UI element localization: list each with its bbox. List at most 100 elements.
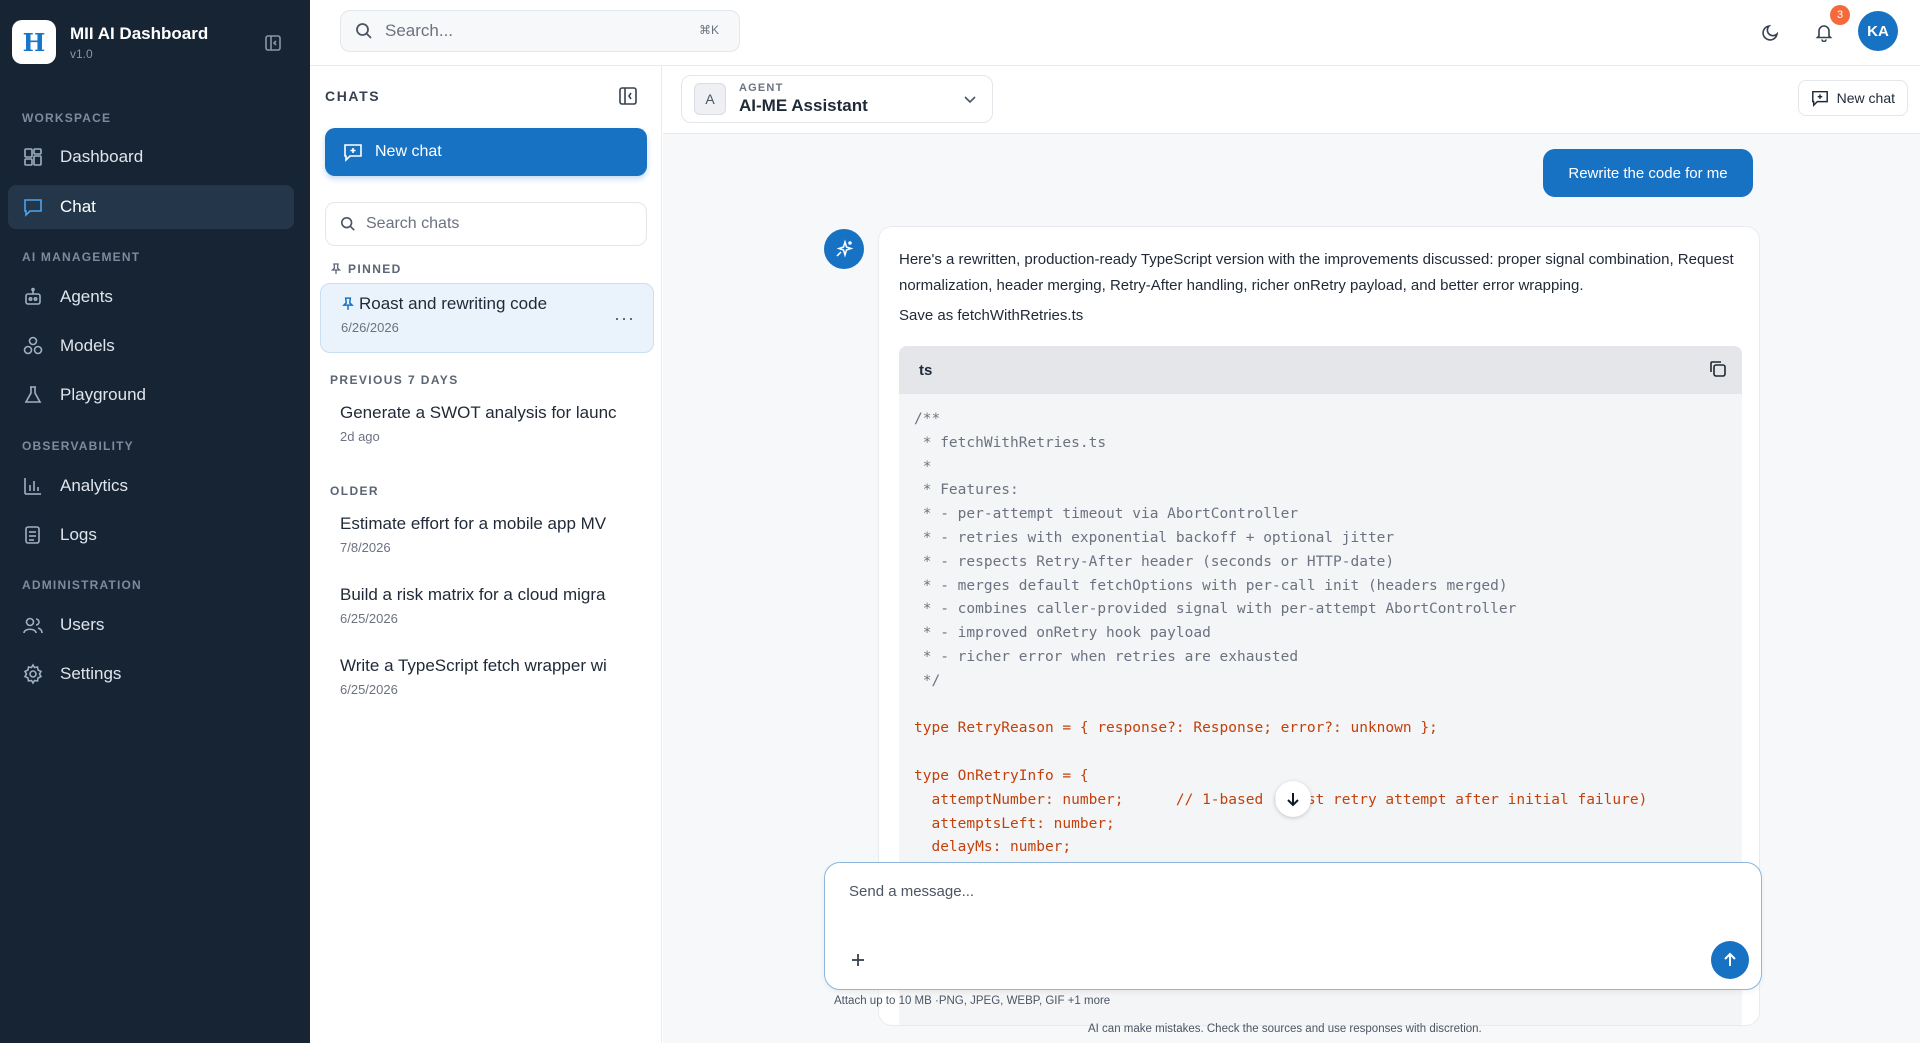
code-line: * <box>914 458 932 475</box>
sidebar-item-analytics[interactable]: Analytics <box>8 464 294 508</box>
code-line: */ <box>914 672 941 689</box>
chat-header: A AGENT AI-ME Assistant New chat <box>663 66 1920 134</box>
search-icon <box>356 23 372 39</box>
code-block-header: ts <box>899 346 1742 394</box>
chat-main: A AGENT AI-ME Assistant New chat Rewrite… <box>663 66 1920 1043</box>
ai-disclaimer: AI can make mistakes. Check the sources … <box>1088 1023 1482 1035</box>
sidebar-collapse-icon[interactable] <box>262 32 284 54</box>
code-line: * - merges default fetchOptions with per… <box>914 577 1508 594</box>
sidebar-item-label: Chat <box>60 197 96 216</box>
search-shortcut: ⌘K <box>698 23 719 37</box>
search-icon <box>340 216 355 231</box>
sidebar-item-dashboard[interactable]: Dashboard <box>8 135 294 179</box>
code-line: attemptsLeft: number; <box>914 815 1115 832</box>
logs-icon <box>25 526 40 544</box>
code-line: * - richer error when retries are exhaus… <box>914 648 1299 665</box>
gear-icon <box>23 663 43 685</box>
chat-item[interactable]: Generate a SWOT analysis for launc 2d ag… <box>320 393 654 463</box>
search-placeholder: Search... <box>385 21 454 40</box>
dashboard-icon <box>24 148 42 166</box>
topbar: Search... ⌘K <box>310 0 1920 66</box>
flask-icon <box>24 386 42 403</box>
agents-icon <box>25 287 41 305</box>
composer-input[interactable]: Send a message... <box>849 883 974 900</box>
header-new-chat-button[interactable]: New chat <box>1797 80 1908 116</box>
send-button[interactable] <box>1711 941 1749 979</box>
sidebar-item-label: Logs <box>60 525 97 544</box>
arrow-up-icon <box>1724 952 1736 966</box>
sidebar-item-models[interactable]: Models <box>8 324 294 368</box>
sidebar-item-label: Models <box>60 336 115 355</box>
chat-icon <box>24 199 42 217</box>
plus-icon[interactable] <box>847 949 869 971</box>
models-icon <box>23 336 43 355</box>
pin-icon <box>342 297 354 310</box>
new-chat-icon <box>344 144 362 162</box>
user-avatar[interactable]: KA <box>1858 11 1898 51</box>
sidebar-item-label: Agents <box>60 287 113 306</box>
sidebar-item-settings[interactable]: Settings <box>8 652 294 696</box>
sidebar-item-playground[interactable]: Playground <box>8 373 294 417</box>
chat-item[interactable]: Estimate effort for a mobile app MV 7/8/… <box>320 504 654 574</box>
assistant-intro-text: Here's a rewritten, production-ready Typ… <box>899 251 1734 294</box>
sidebar-item-label: Settings <box>60 664 122 683</box>
sidebar-item-agents[interactable]: Agents <box>8 275 294 319</box>
code-line: * - combines caller-provided signal with… <box>914 601 1517 618</box>
users-icon <box>23 617 43 634</box>
agent-select[interactable]: A AGENT AI-ME Assistant <box>681 75 993 123</box>
new-chat-button[interactable]: New chat <box>325 128 647 176</box>
sidebar-item-users[interactable]: Users <box>8 603 294 647</box>
chevron-down-icon <box>964 96 976 104</box>
assistant-sparkle-icon <box>824 229 864 269</box>
code-line: * fetchWithRetries.ts <box>914 434 1107 451</box>
scroll-down-arrow-icon[interactable] <box>1275 781 1311 817</box>
code-content: /** * fetchWithRetries.ts * * Features: … <box>899 394 1742 860</box>
code-line: delayMs: number; <box>914 839 1072 856</box>
assistant-save-text: Save as fetchWithRetries.ts <box>899 307 1084 324</box>
sidebar-item-label: Analytics <box>60 476 129 495</box>
chat-item[interactable]: Write a TypeScript fetch wrapper wi 6/25… <box>320 646 654 716</box>
code-line: * - respects Retry-After header (seconds… <box>914 553 1395 570</box>
chat-item-pinned[interactable]: Roast and rewriting code 6/26/2026 ··· <box>320 283 654 353</box>
more-options-icon[interactable]: ··· <box>614 308 635 329</box>
panel-collapse-icon[interactable] <box>618 86 640 108</box>
bar-chart-icon <box>24 478 41 495</box>
chat-search-input[interactable]: Search chats <box>325 202 647 246</box>
code-line: /** <box>914 411 941 427</box>
section-observability: OBSERVABILITY <box>22 439 134 453</box>
chats-panel: CHATS New chat Search chats PINNED Roast… <box>310 66 662 1043</box>
sidebar-item-chat[interactable]: Chat <box>8 185 294 229</box>
sidebar-item-label: Dashboard <box>60 147 144 166</box>
new-chat-icon <box>1811 90 1828 107</box>
code-line: type RetryReason = { response?: Response… <box>914 720 1438 737</box>
code-line: * Features: <box>914 482 1019 499</box>
sidebar-item-logs[interactable]: Logs <box>8 513 294 557</box>
group-pinned: PINNED <box>330 262 402 276</box>
code-line: type OnRetryInfo = { <box>914 767 1089 784</box>
agent-caption: AGENT <box>739 82 784 94</box>
copy-icon[interactable] <box>1708 359 1728 379</box>
agent-badge: A <box>694 83 726 115</box>
code-line: * - per-attempt timeout via AbortControl… <box>914 506 1299 523</box>
brand[interactable]: H MII AI Dashboard v1.0 <box>12 20 208 64</box>
section-administration: ADMINISTRATION <box>22 578 142 592</box>
attach-hint: Attach up to 10 MB ·PNG, JPEG, WEBP, GIF… <box>834 995 1111 1007</box>
theme-toggle-moon-icon[interactable] <box>1757 18 1785 46</box>
chat-item[interactable]: Build a risk matrix for a cloud migra 6/… <box>320 575 654 645</box>
section-workspace: WORKSPACE <box>22 111 112 125</box>
group-previous-7-days: PREVIOUS 7 DAYS <box>330 373 459 387</box>
sidebar-item-label: Playground <box>60 385 147 404</box>
agent-name: AI-ME Assistant <box>739 96 868 115</box>
pin-icon <box>330 263 342 274</box>
global-search-input[interactable]: Search... ⌘K <box>340 10 740 52</box>
code-language: ts <box>919 361 933 379</box>
message-composer[interactable]: Send a message... <box>824 862 1762 990</box>
sidebar-item-label: Users <box>60 615 105 634</box>
notification-badge: 3 <box>1830 5 1850 25</box>
code-line: attemptNumber: number; // 1-based (first… <box>931 791 1648 808</box>
group-older: OLDER <box>330 484 379 498</box>
app-title: MII AI Dashboard <box>70 23 209 43</box>
chats-title: CHATS <box>325 88 381 104</box>
